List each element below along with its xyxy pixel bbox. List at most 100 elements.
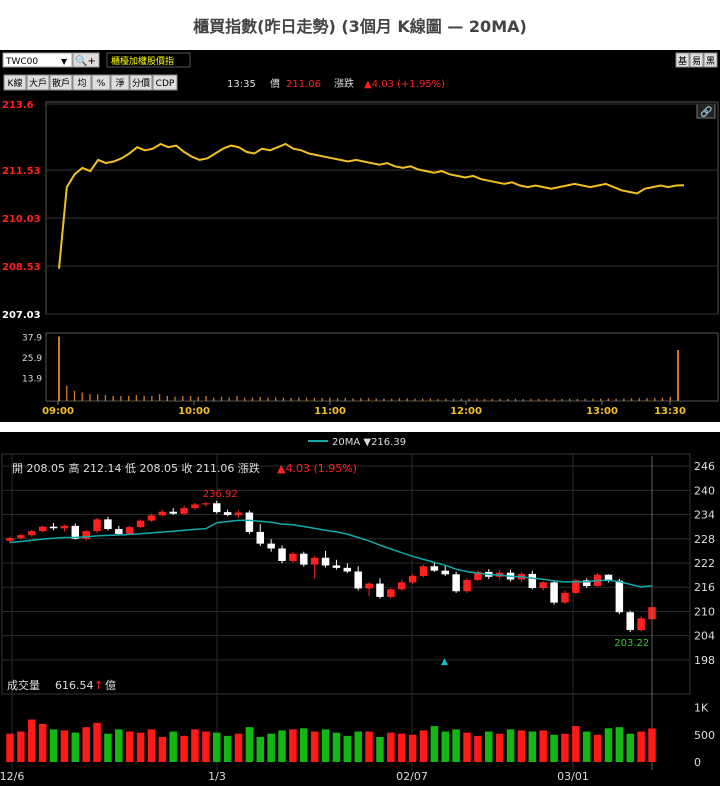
- kline-axis-label: 198: [694, 654, 715, 667]
- tab-label: 淨: [115, 77, 124, 89]
- kline-volume-bar: [310, 731, 319, 762]
- time-label: 13:35: [227, 79, 256, 90]
- candle-body: [104, 519, 112, 530]
- candle-body: [60, 525, 69, 529]
- kline-volume-bar: [212, 732, 221, 762]
- kline-volume-bar: [452, 729, 460, 762]
- kline-volume-bar: [158, 736, 167, 762]
- kline-volume-bar: [49, 729, 58, 762]
- volume-unit: 億: [105, 679, 116, 692]
- kline-volume-bar: [408, 734, 417, 762]
- time-axis-label: 12:00: [450, 406, 482, 417]
- ma-legend: 20MA ▼216.39: [332, 437, 406, 448]
- symbol-text: TWC00: [5, 57, 38, 67]
- kline-volume-bar: [343, 735, 352, 762]
- kline-volume-bar: [463, 732, 471, 762]
- candle-body: [17, 535, 25, 538]
- date-axis-label: 12/6: [0, 770, 24, 783]
- tab-label: 大戶: [29, 77, 47, 89]
- candle-body: [615, 580, 624, 613]
- time-axis-label: 11:00: [314, 406, 346, 417]
- candle-body: [202, 503, 210, 505]
- kline-volume-bar: [354, 731, 362, 762]
- view-button-label: 基: [678, 55, 687, 67]
- candle-body: [278, 548, 286, 561]
- price-axis-label: 208.53: [2, 262, 41, 273]
- high-annotation: 236.92: [203, 489, 238, 500]
- kline-volume-bar: [572, 726, 580, 762]
- time-axis-label: 13:30: [654, 406, 686, 417]
- kline-axis-label: 222: [694, 557, 715, 570]
- candle-body: [419, 566, 428, 576]
- kline-volume-bar: [506, 729, 515, 762]
- kline-axis-label: 240: [694, 484, 715, 497]
- kline-volume-bar: [28, 719, 36, 762]
- date-axis-label: 02/07: [396, 770, 428, 783]
- kline-volume-bar: [202, 731, 210, 762]
- change-value: ▲4.03 (+1.95%): [364, 79, 445, 90]
- price-value: 211.06: [286, 79, 321, 90]
- candle-body: [441, 570, 450, 575]
- kline-axis-label: 216: [694, 581, 715, 594]
- kline-volume-bar: [561, 733, 569, 762]
- kline-volume-bar: [376, 736, 384, 762]
- time-axis-label: 13:00: [586, 406, 618, 417]
- candle-body: [289, 553, 297, 561]
- symbol-dropdown-icon[interactable]: ▼: [61, 57, 68, 66]
- kline-volume-bar: [593, 734, 602, 762]
- candle-body: [136, 520, 145, 528]
- candle-body: [343, 567, 352, 572]
- candle-body: [387, 589, 395, 597]
- tab-label: K線: [8, 77, 23, 89]
- candle-body: [354, 571, 362, 589]
- candle-body: [408, 575, 417, 583]
- zoom-icon: 🔍+: [75, 54, 96, 67]
- kline-volume-bar: [278, 730, 286, 762]
- kline-axis-label: 234: [694, 509, 715, 522]
- tab-label: 分價: [132, 78, 150, 89]
- candle-body: [38, 526, 47, 532]
- index-name: 櫃檯加權股價指: [111, 55, 174, 67]
- link-icon: 🔗: [700, 105, 713, 118]
- kline-volume-bar: [147, 729, 156, 762]
- date-axis-label: 1/3: [208, 770, 226, 783]
- candle-body: [267, 543, 275, 549]
- kline-volume-bar: [637, 731, 645, 762]
- time-axis-label: 10:00: [178, 406, 210, 417]
- volume-axis-label: 0: [694, 756, 701, 769]
- candle-body: [180, 508, 188, 514]
- kline-volume-bar: [289, 729, 297, 762]
- kline-volume-bar: [245, 727, 254, 762]
- candle-body: [28, 531, 36, 536]
- candle-body: [332, 565, 341, 568]
- kline-volume-bar: [419, 730, 428, 762]
- kline-volume-bar: [495, 733, 504, 762]
- kline-volume-bar: [430, 726, 439, 762]
- kline-volume-bar: [441, 731, 450, 762]
- kline-volume-bar: [180, 735, 188, 762]
- candle-body: [49, 526, 58, 529]
- volume-up-arrow-icon: ↑: [94, 679, 103, 692]
- price-axis-label: 211.53: [2, 166, 41, 177]
- candle-body: [147, 515, 156, 521]
- kline-axis-label: 246: [694, 460, 715, 473]
- kline-volume-bar: [332, 732, 341, 762]
- tab-label: 均: [77, 77, 86, 89]
- candle-body: [223, 512, 232, 515]
- kline-axis-label: 210: [694, 605, 715, 618]
- kline-volume-bar: [60, 730, 69, 762]
- volume-axis-label: 13.9: [22, 374, 42, 384]
- kline-volume-bar: [539, 730, 547, 762]
- volume-axis-label: 37.9: [22, 334, 42, 344]
- kline-volume-bar: [93, 722, 101, 762]
- kline-panel: 20MA ▼216.39 開 208.05 高 212.14 低 208.05 …: [0, 432, 720, 786]
- candle-body: [637, 618, 645, 631]
- candle-body: [539, 582, 547, 589]
- kline-volume-bar: [300, 728, 308, 762]
- kline-volume-bar: [267, 733, 275, 762]
- volume-axis-label: 500: [694, 729, 715, 742]
- kline-volume-bar: [234, 733, 243, 762]
- candle-body: [528, 573, 537, 589]
- kline-volume-bar: [474, 735, 482, 762]
- kline-volume-bar: [169, 731, 177, 762]
